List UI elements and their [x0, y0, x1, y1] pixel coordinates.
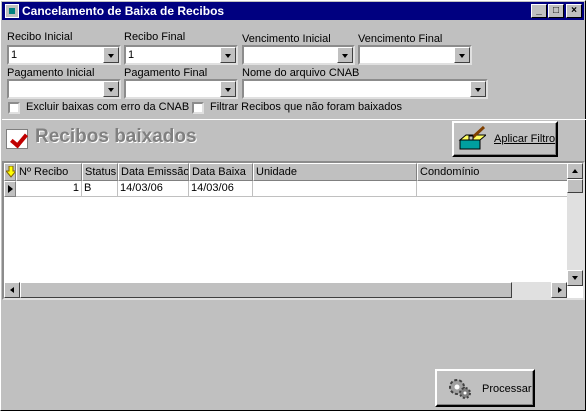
- section-title: Recibos baixados: [35, 126, 197, 147]
- pagamento-inicial-combo[interactable]: [7, 79, 121, 99]
- checkmark-icon: [6, 129, 28, 149]
- scroll-left-icon[interactable]: [4, 282, 20, 298]
- excluir-erro-checkbox[interactable]: [8, 102, 20, 114]
- col-header-baixa[interactable]: Data Baixa: [189, 163, 253, 181]
- pagamento-final-combo[interactable]: [124, 79, 238, 99]
- scroll-right-icon[interactable]: [551, 282, 567, 298]
- col-header-status[interactable]: Status: [82, 163, 118, 181]
- paint-brush-icon: [458, 126, 486, 150]
- chevron-down-icon[interactable]: [454, 47, 470, 63]
- apply-filter-button[interactable]: Aplicar Filtro: [452, 121, 558, 157]
- recibos-grid[interactable]: Nº Recibo Status Data Emissão Data Baixa…: [2, 161, 585, 300]
- col-header-unidade[interactable]: Unidade: [253, 163, 417, 181]
- vencimento-final-combo[interactable]: [358, 45, 472, 65]
- apply-filter-label: Aplicar Filtro: [494, 133, 556, 145]
- nome-arquivo-combo[interactable]: [242, 79, 488, 99]
- close-button[interactable]: ×: [566, 4, 582, 18]
- chevron-down-icon[interactable]: [220, 81, 236, 97]
- excluir-erro-label: Excluir baixas com erro da CNAB: [26, 101, 190, 113]
- table-cell-emissao[interactable]: 14/03/06: [118, 181, 189, 197]
- nome-arquivo-label: Nome do arquivo CNAB: [242, 67, 360, 79]
- filtrar-nao-baixados-label: Filtrar Recibos que não foram baixados: [210, 101, 402, 113]
- table-cell-recibo[interactable]: 1: [16, 181, 82, 197]
- recibo-inicial-combo[interactable]: 1: [7, 45, 121, 65]
- table-cell-baixa[interactable]: 14/03/06: [189, 181, 253, 197]
- horizontal-scrollbar[interactable]: [4, 282, 567, 298]
- minimize-button[interactable]: _: [531, 4, 547, 18]
- recibo-final-value: 1: [128, 49, 135, 61]
- table-cell-status[interactable]: B: [82, 181, 118, 197]
- scroll-down-icon[interactable]: [567, 270, 583, 286]
- filtrar-nao-baixados-checkbox[interactable]: [192, 102, 204, 114]
- recibo-inicial-value: 1: [11, 49, 18, 61]
- recibo-final-label: Recibo Final: [124, 31, 186, 43]
- grid-corner: [4, 163, 16, 181]
- recibo-inicial-label: Recibo Inicial: [7, 31, 73, 43]
- pagamento-inicial-label: Pagamento Inicial: [7, 67, 95, 79]
- app-icon[interactable]: [5, 4, 19, 18]
- title-bar[interactable]: Cancelamento de Baixa de Recibos _ □ ×: [2, 2, 584, 20]
- scroll-up-icon[interactable]: [567, 163, 583, 179]
- table-cell-unidade[interactable]: [253, 181, 417, 197]
- pagamento-final-label: Pagamento Final: [124, 67, 208, 79]
- chevron-down-icon[interactable]: [220, 47, 236, 63]
- recibo-final-combo[interactable]: 1: [124, 45, 238, 65]
- vertical-scroll-thumb[interactable]: [567, 179, 583, 193]
- vertical-scrollbar[interactable]: [567, 163, 583, 286]
- row-indicator[interactable]: [4, 181, 16, 197]
- vencimento-inicial-label: Vencimento Inicial: [242, 33, 331, 45]
- vencimento-final-label: Vencimento Final: [358, 33, 443, 45]
- col-header-condominio[interactable]: Condomínio: [417, 163, 570, 181]
- chevron-down-icon[interactable]: [103, 47, 119, 63]
- vencimento-inicial-combo[interactable]: [242, 45, 355, 65]
- process-label: Processar: [482, 383, 532, 395]
- app-window: Cancelamento de Baixa de Recibos _ □ × R…: [0, 0, 586, 411]
- maximize-button[interactable]: □: [548, 4, 564, 18]
- col-header-recibo[interactable]: Nº Recibo: [16, 163, 82, 181]
- gears-icon: [449, 379, 471, 399]
- table-cell-condominio[interactable]: [417, 181, 570, 197]
- window-title: Cancelamento de Baixa de Recibos: [22, 4, 225, 18]
- chevron-down-icon[interactable]: [337, 47, 353, 63]
- horizontal-scroll-thumb[interactable]: [20, 282, 512, 298]
- chevron-down-icon[interactable]: [103, 81, 119, 97]
- process-button[interactable]: Processar: [435, 369, 535, 407]
- chevron-down-icon[interactable]: [470, 81, 486, 97]
- col-header-emissao[interactable]: Data Emissão: [118, 163, 189, 181]
- sort-arrow-icon: [6, 166, 15, 178]
- current-row-icon: [8, 185, 13, 193]
